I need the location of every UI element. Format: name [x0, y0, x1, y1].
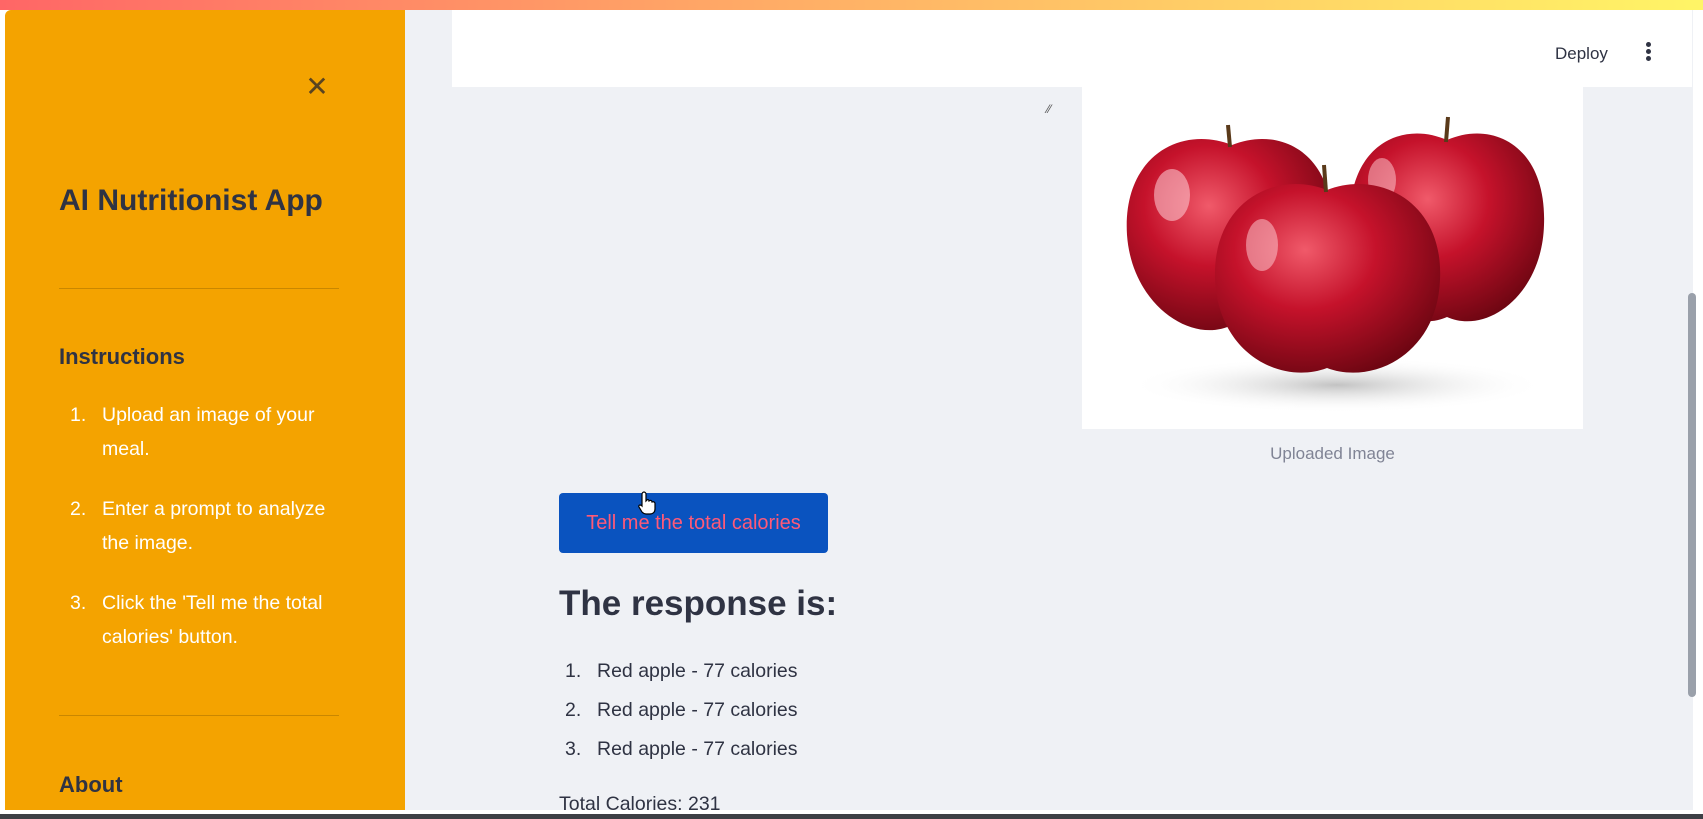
list-item: 3. Red apple - 77 calories	[563, 733, 798, 772]
list-text: Red apple - 77 calories	[597, 738, 798, 760]
response-list: 1. Red apple - 77 calories 2. Red apple …	[563, 655, 798, 772]
hand-cursor-icon	[638, 491, 656, 515]
close-icon[interactable]: ✕	[302, 72, 332, 102]
list-number: 2.	[70, 498, 87, 520]
list-item: 1. Red apple - 77 calories	[563, 655, 798, 694]
list-item: 2. Red apple - 77 calories	[563, 694, 798, 733]
list-text: Upload an image of your meal.	[102, 404, 315, 460]
instructions-heading: Instructions	[59, 344, 185, 369]
apples-illustration	[1126, 116, 1547, 413]
top-decoration-strip	[0, 0, 1703, 10]
taskbar-edge	[0, 814, 1703, 819]
list-number: 3.	[70, 592, 87, 614]
app-header	[452, 10, 1692, 87]
more-vertical-icon[interactable]	[1638, 40, 1658, 68]
divider	[59, 715, 339, 716]
deploy-button[interactable]: Deploy	[1555, 44, 1608, 64]
image-caption: Uploaded Image	[1270, 444, 1395, 463]
list-number: 2.	[565, 699, 582, 721]
total-calories-button[interactable]: Tell me the total calories	[559, 493, 828, 553]
list-item: 3. Click the 'Tell me the total calories…	[64, 586, 354, 654]
about-heading: About	[59, 772, 123, 797]
resize-handle-icon[interactable]: ⁄⁄	[1047, 103, 1059, 115]
response-title: The response is:	[559, 584, 838, 623]
uploaded-image	[1082, 85, 1583, 429]
list-item: 1. Upload an image of your meal.	[64, 398, 354, 466]
list-text: Enter a prompt to analyze the image.	[102, 498, 326, 554]
list-text: Red apple - 77 calories	[597, 660, 798, 682]
list-number: 1.	[70, 404, 87, 426]
list-number: 1.	[565, 660, 582, 682]
scrollbar[interactable]	[1688, 293, 1696, 697]
list-text: Red apple - 77 calories	[597, 699, 798, 721]
divider	[59, 288, 339, 289]
instructions-list: 1. Upload an image of your meal. 2. Ente…	[64, 398, 354, 680]
total-calories-text: Total Calories: 231	[559, 793, 721, 815]
list-item: 2. Enter a prompt to analyze the image.	[64, 492, 354, 560]
app-title: AI Nutritionist App	[59, 184, 323, 217]
list-number: 3.	[565, 738, 582, 760]
list-text: Click the 'Tell me the total calories' b…	[102, 592, 323, 648]
